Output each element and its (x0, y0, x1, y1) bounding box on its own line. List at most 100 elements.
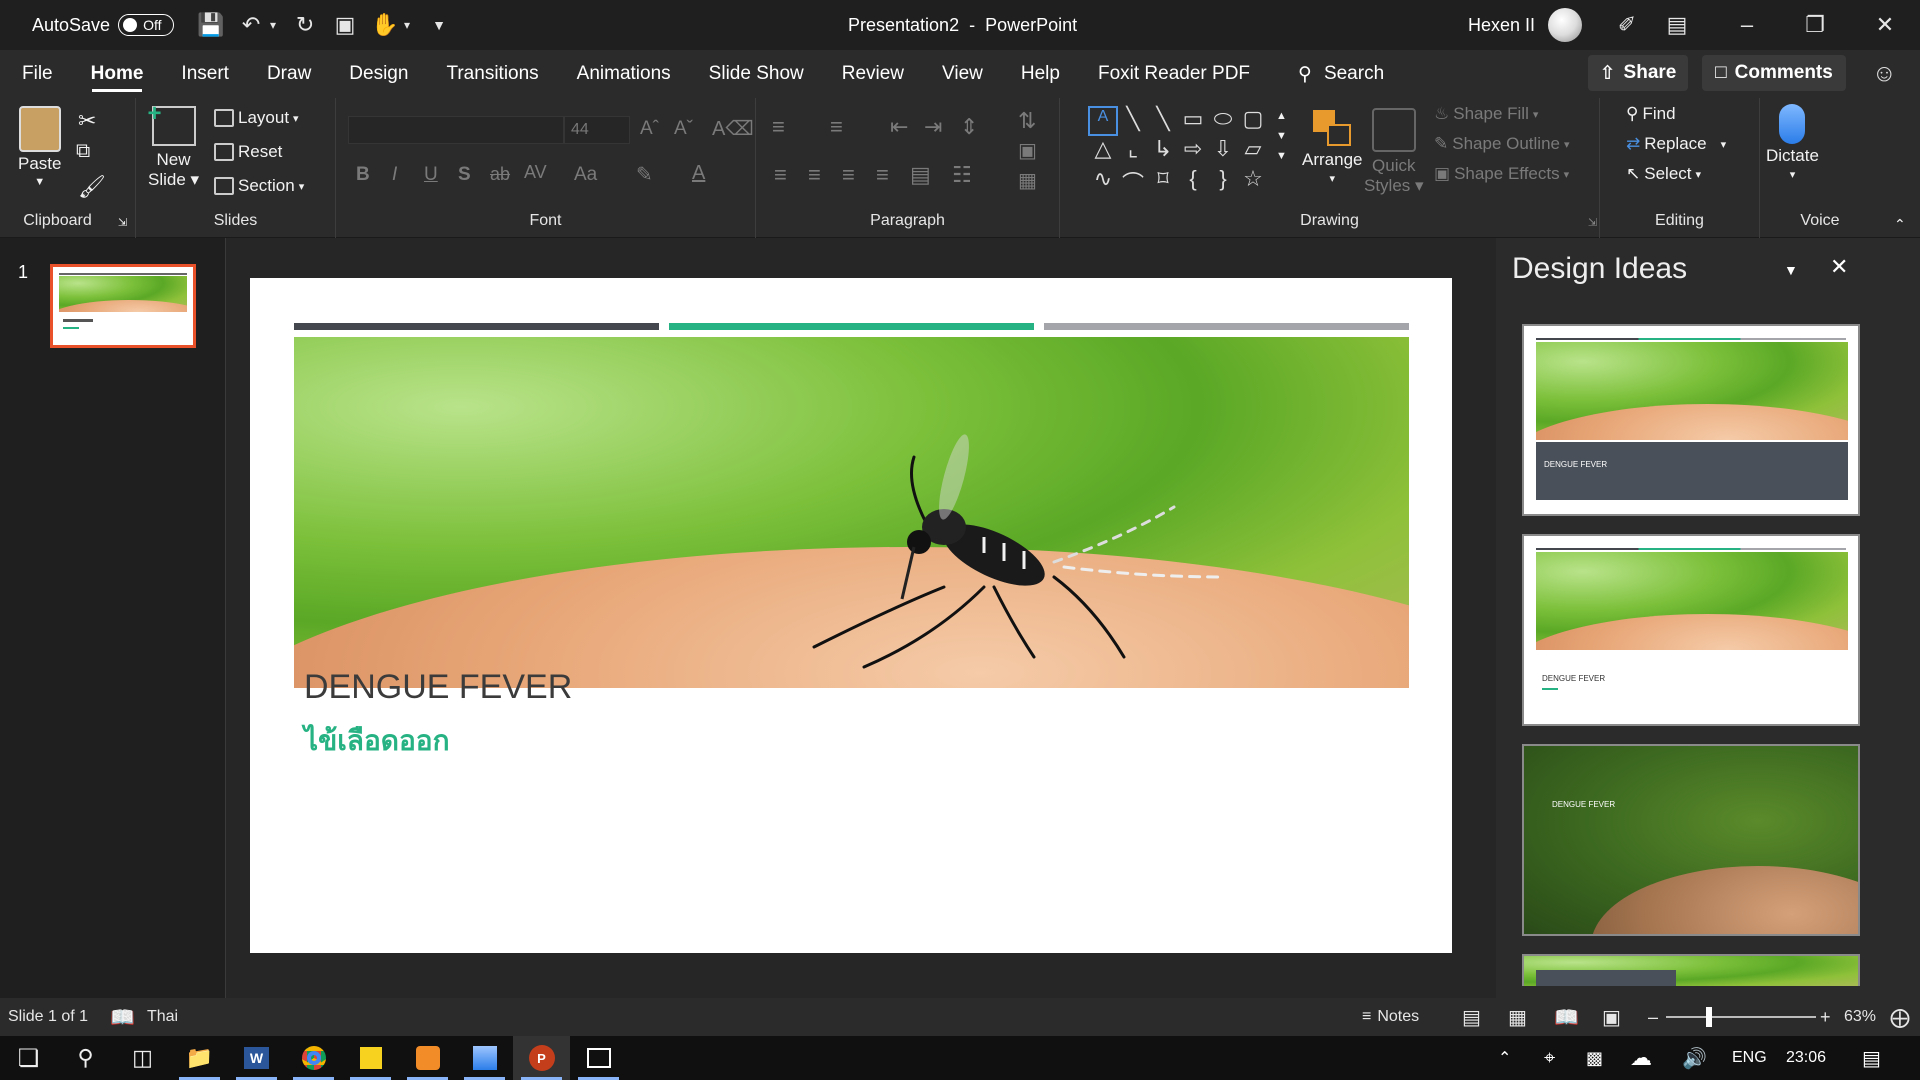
tab-transitions[interactable]: Transitions (427, 50, 557, 98)
close-icon[interactable]: ✕ (1870, 10, 1900, 40)
design-idea-1[interactable]: DENGUE FEVER (1522, 324, 1860, 516)
clipboard-launcher-icon[interactable]: ⇲ (118, 216, 127, 229)
slideshow-view-icon[interactable]: ▣ (1602, 1005, 1621, 1030)
powerpoint-icon[interactable]: P (513, 1036, 570, 1080)
change-case-button[interactable]: Aa (574, 164, 597, 186)
line-spacing-icon[interactable]: ⇕ (960, 114, 978, 140)
wifi-icon[interactable]: ⌖ (1544, 1047, 1555, 1070)
app-orange-icon[interactable] (399, 1036, 456, 1080)
user-name[interactable]: Hexen II (1468, 15, 1535, 36)
font-color-button[interactable]: A (692, 162, 705, 185)
comments-button[interactable]: □ Comments (1702, 55, 1846, 91)
zoom-slider-thumb[interactable] (1706, 1007, 1712, 1027)
slide-thumbnail[interactable] (50, 264, 196, 348)
dictate-button[interactable]: Dictate ▾ (1766, 104, 1819, 181)
elbow-connector-icon[interactable]: ⌞ (1118, 136, 1148, 166)
oval-shape-icon[interactable]: ⬭ (1208, 106, 1238, 136)
mosquito-photo[interactable] (294, 337, 1409, 688)
rectangle-shape-icon[interactable]: ▭ (1178, 106, 1208, 136)
search-box[interactable]: ⚲ Search (1279, 50, 1403, 98)
paste-button[interactable]: Paste ▼ (18, 106, 61, 188)
touch-mode-icon[interactable]: ✋ (370, 10, 400, 40)
increase-indent-icon[interactable]: ⇥ (924, 114, 942, 140)
share-button[interactable]: ⇧ Share (1588, 55, 1688, 91)
tab-review[interactable]: Review (823, 50, 923, 98)
slide[interactable]: DENGUE FEVER ไข้เลือดออก (250, 278, 1452, 953)
design-idea-2[interactable]: DENGUE FEVER (1522, 534, 1860, 726)
clock[interactable]: 23:06 (1786, 1049, 1826, 1067)
bold-button[interactable]: B (356, 164, 370, 186)
zoom-in-icon[interactable]: + (1820, 1007, 1831, 1028)
fit-to-window-icon[interactable]: ⨁ (1890, 1005, 1910, 1030)
tab-design[interactable]: Design (330, 50, 427, 98)
start-from-beginning-icon[interactable]: ▣ (330, 10, 360, 40)
designer-pen-icon[interactable]: ✐ (1612, 10, 1642, 40)
word-icon[interactable]: W (228, 1036, 285, 1080)
customize-toolbar-icon[interactable]: ▼ (424, 10, 454, 40)
shrink-font-icon[interactable]: Aˇ (674, 118, 693, 140)
right-brace-icon[interactable]: } (1208, 166, 1238, 196)
normal-view-icon[interactable]: ▤ (1462, 1005, 1481, 1030)
right-arrow-shape-icon[interactable]: ⇨ (1178, 136, 1208, 166)
gallery-scroll-icon[interactable]: ▲ ▼ ▼ (1276, 110, 1287, 162)
zoom-slider[interactable] (1666, 1016, 1816, 1018)
select-button[interactable]: ↖ Select ▾ (1626, 164, 1701, 184)
reset-button[interactable]: Reset (214, 142, 282, 162)
minimize-icon[interactable]: – (1732, 10, 1762, 40)
battery-icon[interactable]: ▩ (1586, 1048, 1603, 1069)
italic-button[interactable]: I (392, 164, 397, 186)
scribble-shape-icon[interactable]: ∿ (1088, 166, 1118, 196)
sticky-notes-icon[interactable] (342, 1036, 399, 1080)
pane-options-icon[interactable]: ▼ (1784, 262, 1798, 278)
shapes-gallery[interactable]: A ╲ ╲ ▭ ⬭ ▢ △ ⌞ ↳ ⇨ ⇩ ▱ ∿ ⌒ ⌑ { } ☆ (1088, 106, 1274, 196)
cut-icon[interactable]: ✂ (78, 108, 96, 134)
shape-fill-button[interactable]: ♨ Shape Fill ▾ (1434, 104, 1538, 124)
underline-button[interactable]: U (424, 164, 438, 186)
align-left-icon[interactable]: ≡ (774, 162, 787, 188)
arc-shape-icon[interactable]: ⌒ (1118, 166, 1148, 196)
copy-icon[interactable]: ⧉ (76, 140, 90, 163)
onedrive-icon[interactable]: ☁ (1630, 1045, 1652, 1071)
section-button[interactable]: Section ▾ (214, 176, 304, 196)
rounded-rect-shape-icon[interactable]: ▢ (1238, 106, 1268, 136)
replace-button[interactable]: ⇄ Replace ▾ (1626, 134, 1726, 154)
layout-button[interactable]: Layout ▾ (214, 108, 299, 128)
avatar[interactable] (1548, 8, 1582, 42)
volume-icon[interactable]: 🔊 (1682, 1046, 1707, 1071)
distributed-icon[interactable]: ▤ (910, 162, 931, 188)
tab-insert[interactable]: Insert (162, 50, 248, 98)
design-idea-3[interactable]: DENGUE FEVER (1522, 744, 1860, 936)
shape-effects-button[interactable]: ▣ Shape Effects ▾ (1434, 164, 1569, 184)
tab-view[interactable]: View (923, 50, 1002, 98)
columns-icon[interactable]: ☷ (952, 162, 972, 188)
triangle-shape-icon[interactable]: △ (1088, 136, 1118, 166)
quick-styles-button[interactable]: Quick Styles ▾ (1364, 108, 1424, 196)
decrease-indent-icon[interactable]: ⇤ (890, 114, 908, 140)
photos-icon[interactable] (570, 1036, 627, 1080)
tab-help[interactable]: Help (1002, 50, 1079, 98)
format-painter-icon[interactable]: 🖌 (78, 174, 106, 200)
text-direction-icon[interactable]: ⇅ (1018, 108, 1036, 134)
shadow-button[interactable]: S (458, 164, 471, 186)
design-idea-4[interactable] (1522, 954, 1860, 986)
arrange-button[interactable]: Arrange ▾ (1302, 108, 1362, 185)
font-size-combo[interactable]: 44 (564, 116, 630, 144)
align-right-icon[interactable]: ≡ (842, 162, 855, 188)
reading-view-icon[interactable]: 📖 (1554, 1005, 1579, 1030)
smartart-icon[interactable]: ▦ (1018, 168, 1037, 193)
highlight-icon[interactable]: ✎ (636, 162, 653, 187)
strikethrough-button[interactable]: ab (490, 164, 510, 185)
input-language[interactable]: ENG (1732, 1049, 1767, 1067)
curve-shape-icon[interactable]: ⌑ (1148, 166, 1178, 196)
slide-title[interactable]: DENGUE FEVER (304, 668, 572, 707)
collapse-ribbon-icon[interactable]: ⌃ (1894, 216, 1906, 233)
tab-draw[interactable]: Draw (248, 50, 330, 98)
save-icon[interactable]: 💾 (196, 10, 226, 40)
align-text-icon[interactable]: ▣ (1018, 138, 1037, 163)
show-hidden-icons[interactable]: ⌃ (1498, 1048, 1511, 1068)
file-explorer-icon[interactable]: 📁 (171, 1036, 228, 1080)
windows-start-icon[interactable]: ❏ (0, 1036, 57, 1080)
tab-slide-show[interactable]: Slide Show (690, 50, 823, 98)
tab-foxit[interactable]: Foxit Reader PDF (1079, 50, 1269, 98)
slide-sorter-icon[interactable]: ▦ (1508, 1005, 1527, 1030)
